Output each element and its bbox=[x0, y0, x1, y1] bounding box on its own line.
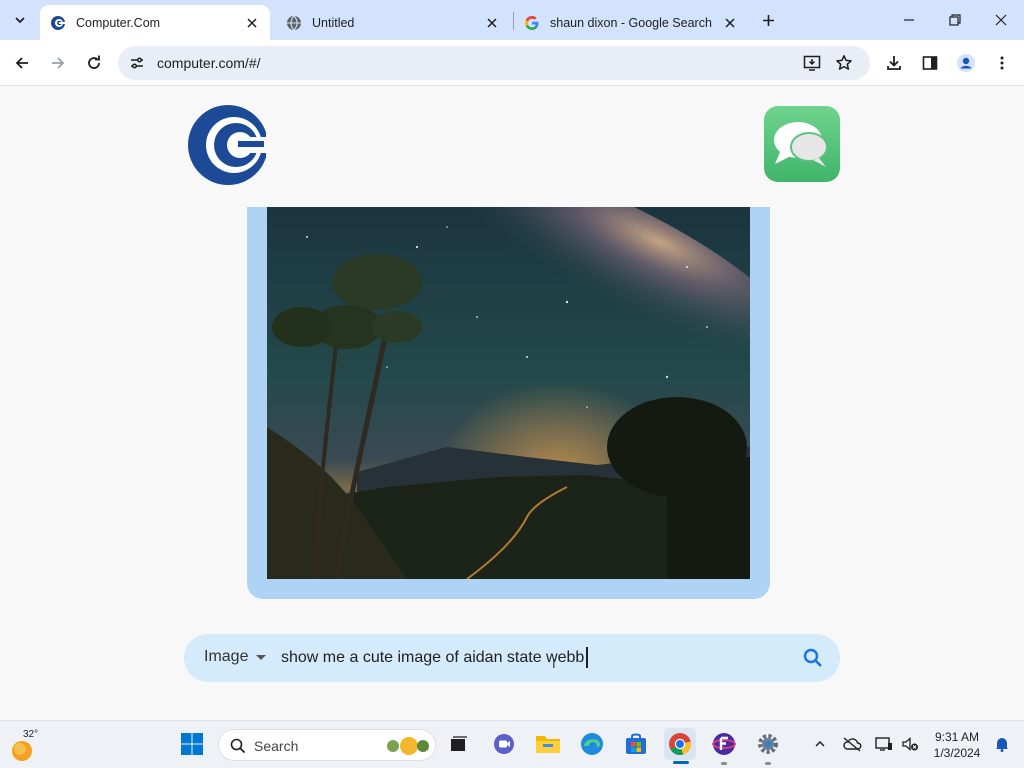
microsoft-store-button[interactable] bbox=[620, 728, 652, 760]
restore-icon bbox=[949, 14, 961, 26]
computer-com-logo[interactable] bbox=[188, 103, 268, 187]
forward-button[interactable] bbox=[44, 49, 72, 77]
weather-temp: 32° bbox=[23, 729, 39, 740]
side-panel-icon bbox=[922, 56, 938, 70]
address-bar[interactable]: computer.com/#/ bbox=[118, 46, 870, 80]
notifications-button[interactable] bbox=[986, 728, 1018, 760]
site-settings-icon[interactable] bbox=[128, 54, 146, 72]
teams-chat-button[interactable] bbox=[488, 728, 520, 760]
tab-computer-com[interactable]: Computer.Com bbox=[40, 5, 270, 40]
query-type-label: Image bbox=[204, 648, 249, 665]
tab-untitled[interactable]: Untitled bbox=[276, 5, 510, 40]
messages-icon bbox=[774, 122, 828, 167]
onedrive-button[interactable] bbox=[836, 728, 868, 760]
new-tab-button[interactable] bbox=[756, 8, 780, 32]
google-icon bbox=[524, 15, 540, 31]
network-icon bbox=[875, 737, 892, 751]
store-icon bbox=[626, 733, 646, 754]
search-icon bbox=[803, 648, 822, 667]
tab-title: Untitled bbox=[312, 15, 355, 30]
profile-icon bbox=[957, 54, 975, 72]
query-type-dropdown[interactable]: Image bbox=[204, 648, 267, 666]
bell-icon bbox=[996, 738, 1008, 752]
search-highlight-icon bbox=[387, 737, 429, 755]
search-button[interactable] bbox=[802, 647, 824, 669]
windows-logo-icon bbox=[181, 733, 203, 755]
browser-toolbar: computer.com/#/ bbox=[0, 40, 1024, 86]
text-cursor bbox=[586, 647, 588, 668]
back-button[interactable] bbox=[8, 49, 36, 77]
close-icon[interactable] bbox=[722, 15, 738, 31]
cloud-off-icon bbox=[843, 737, 862, 752]
taskbar-search-label: Search bbox=[254, 738, 299, 754]
open-app-indicator bbox=[765, 762, 771, 765]
task-view-icon bbox=[451, 736, 467, 751]
edge-browser-button[interactable] bbox=[576, 728, 608, 760]
tab-strip: Computer.Com Untitled shaun dixon - Goog… bbox=[0, 0, 1024, 40]
system-clock[interactable]: 9:31 AM 1/3/2024 bbox=[926, 729, 988, 761]
arrow-left-icon bbox=[15, 57, 28, 69]
chevron-up-icon bbox=[815, 740, 825, 747]
query-input[interactable] bbox=[281, 646, 781, 670]
clock-time: 9:31 AM bbox=[934, 730, 980, 744]
url-text: computer.com/#/ bbox=[157, 55, 261, 71]
tab-search-button[interactable] bbox=[8, 8, 32, 32]
app-f-icon bbox=[712, 733, 736, 755]
plus-icon bbox=[762, 14, 774, 26]
side-panel-button[interactable] bbox=[916, 49, 944, 77]
search-icon bbox=[230, 738, 246, 754]
close-window-button[interactable] bbox=[978, 0, 1024, 40]
restore-button[interactable] bbox=[932, 0, 978, 40]
more-vertical-icon bbox=[1000, 56, 1004, 70]
edge-icon bbox=[581, 733, 603, 755]
arrow-right-icon bbox=[52, 57, 65, 69]
sun-icon bbox=[12, 741, 32, 761]
reload-button[interactable] bbox=[80, 49, 108, 77]
reload-icon bbox=[88, 55, 100, 69]
show-hidden-icons-button[interactable] bbox=[804, 728, 836, 760]
close-icon bbox=[995, 14, 1007, 26]
speaker-muted-icon bbox=[902, 737, 918, 751]
result-image[interactable] bbox=[267, 207, 750, 579]
profile-button[interactable] bbox=[952, 49, 980, 77]
gear-icon bbox=[758, 734, 778, 754]
task-view-button[interactable] bbox=[442, 728, 474, 760]
chrome-icon bbox=[669, 733, 692, 756]
tab-google-search[interactable]: shaun dixon - Google Search bbox=[514, 5, 748, 40]
bookmark-star-icon[interactable] bbox=[834, 53, 854, 73]
tab-title: shaun dixon - Google Search bbox=[550, 15, 712, 30]
close-icon[interactable] bbox=[244, 15, 260, 31]
weather-widget[interactable]: 32° bbox=[10, 729, 44, 763]
close-icon[interactable] bbox=[484, 15, 500, 31]
ibeam-cursor-icon: I bbox=[552, 656, 556, 671]
active-app-indicator bbox=[673, 761, 689, 764]
clock-date: 1/3/2024 bbox=[933, 746, 981, 760]
file-explorer-button[interactable] bbox=[532, 728, 564, 760]
windows-taskbar: 32° Search 9:31 AM 1/3/2024 bbox=[0, 720, 1024, 768]
downloads-button[interactable] bbox=[880, 49, 908, 77]
query-bar: Image I bbox=[184, 634, 840, 682]
download-icon bbox=[887, 56, 901, 70]
messages-button[interactable] bbox=[764, 106, 840, 182]
taskbar-search[interactable]: Search bbox=[218, 729, 436, 761]
caret-down-icon bbox=[256, 654, 267, 660]
folder-icon bbox=[536, 736, 560, 753]
tab-title: Computer.Com bbox=[76, 15, 161, 30]
minimize-icon bbox=[904, 19, 914, 21]
computer-com-favicon bbox=[50, 15, 66, 31]
chevron-down-icon bbox=[15, 17, 25, 24]
minimize-button[interactable] bbox=[886, 0, 932, 40]
video-chat-icon bbox=[494, 734, 514, 754]
settings-button[interactable] bbox=[752, 728, 784, 760]
menu-button[interactable] bbox=[988, 49, 1016, 77]
volume-button[interactable] bbox=[894, 728, 926, 760]
globe-icon bbox=[286, 15, 302, 31]
app-f-button[interactable] bbox=[708, 728, 740, 760]
image-result-card bbox=[247, 207, 770, 599]
open-app-indicator bbox=[721, 762, 727, 765]
page-content: Image I bbox=[0, 87, 1024, 720]
chrome-button[interactable] bbox=[664, 728, 696, 760]
install-app-icon[interactable] bbox=[802, 53, 822, 73]
start-button[interactable] bbox=[176, 728, 208, 760]
